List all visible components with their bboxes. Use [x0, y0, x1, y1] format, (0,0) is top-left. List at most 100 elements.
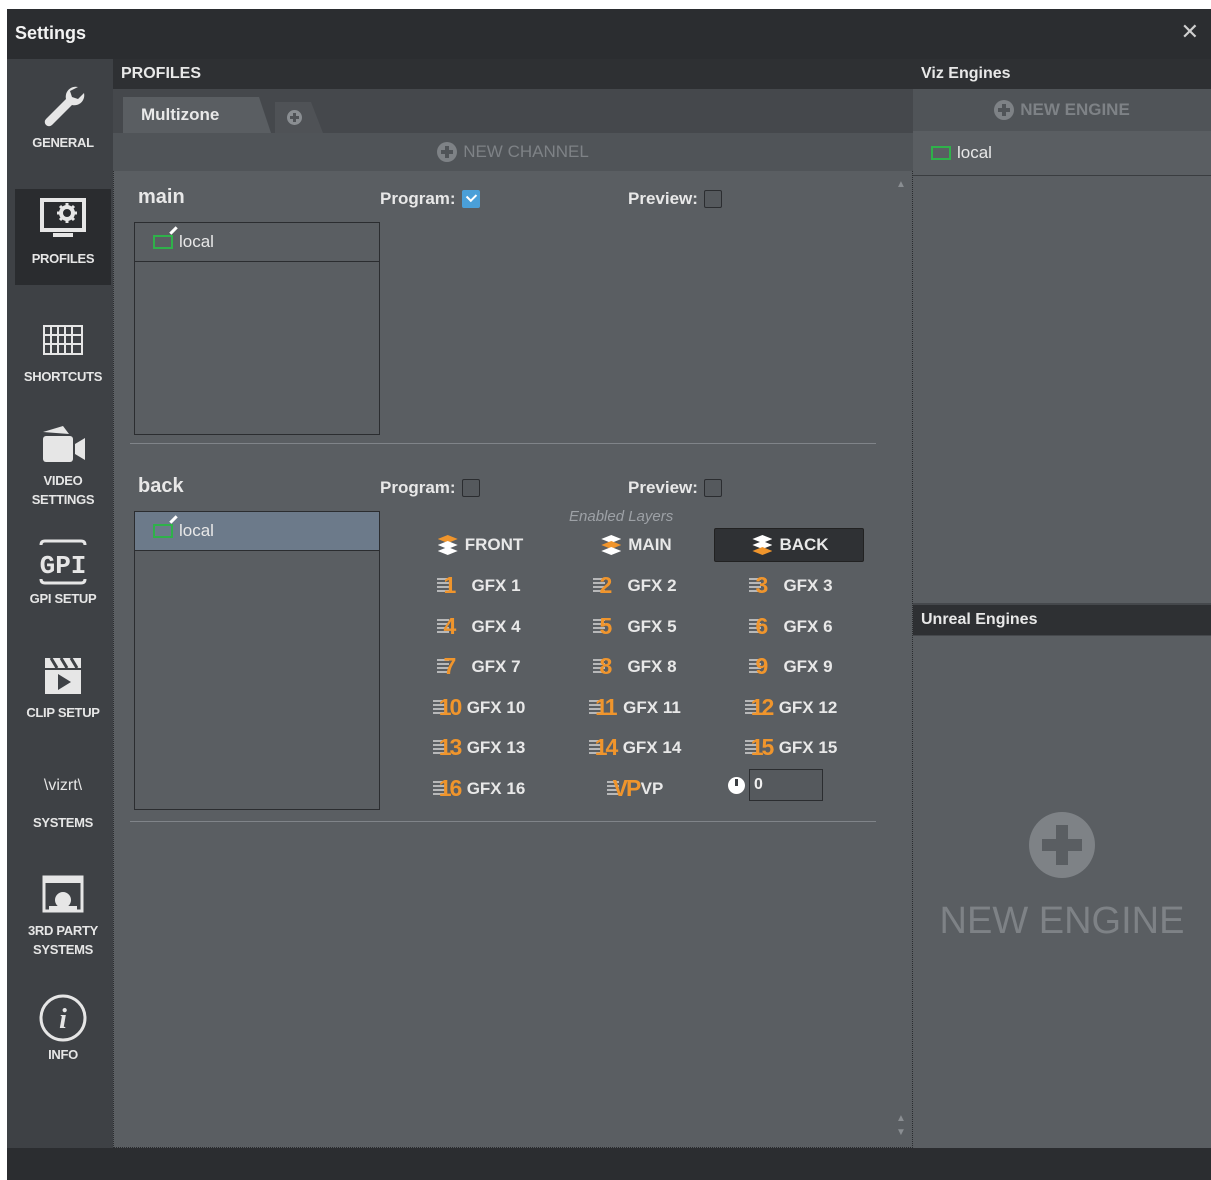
gfx-layer-icon: 2	[593, 573, 621, 598]
sidebar-item-video-settings[interactable]: VIDEO SETTINGS	[15, 417, 111, 517]
gfx-layer-button[interactable]: 1 GFX 1	[404, 570, 554, 602]
gfx-layer-button[interactable]: 10 GFX 10	[404, 692, 554, 724]
plus-circle-icon[interactable]	[1029, 812, 1095, 878]
gfx-layer-button[interactable]: 7 GFX 7	[404, 651, 554, 683]
sidebar-item-systems[interactable]: \vizrt\ SYSTEMS	[15, 759, 111, 843]
gfx-layer-button[interactable]: 3 GFX 3	[716, 570, 866, 602]
program-checkbox-back[interactable]: Program:	[380, 478, 480, 498]
gfx-layer-icon: 16	[432, 776, 462, 801]
gfx-layer-icon: 6	[749, 612, 777, 639]
program-checkbox-main[interactable]: Program:	[380, 189, 480, 209]
gfx-layer-button[interactable]: 9 GFX 9	[716, 651, 866, 683]
gfx-number: 13	[438, 734, 463, 761]
sidebar-item-label: SHORTCUTS	[23, 369, 103, 384]
title-bar: Settings ✕	[7, 9, 1211, 59]
preview-checkbox-main[interactable]: Preview:	[628, 189, 722, 209]
gfx-layer-button[interactable]: 4 GFX 4	[404, 611, 554, 643]
sidebar-item-general[interactable]: GENERAL	[15, 79, 111, 177]
gfx-layer-button[interactable]: 6 GFX 6	[716, 611, 866, 643]
layers-icon	[749, 535, 775, 555]
gfx-layer-button[interactable]: VP VP	[560, 773, 710, 805]
channel-back: back Program: Preview: local Enabled Lay…	[114, 460, 896, 840]
sidebar-item-profiles[interactable]: PROFILES	[15, 189, 111, 285]
layers-icon	[598, 535, 624, 555]
gfx-layer-button[interactable]: 13 GFX 13	[404, 732, 554, 764]
sidebar-item-gpi-setup[interactable]: GPI GPI SETUP	[15, 535, 111, 621]
timer-field	[728, 769, 823, 801]
tab-multizone[interactable]: Multizone	[123, 97, 271, 133]
gfx-layer-icon: 10	[432, 695, 462, 720]
gfx-number: 15	[750, 734, 775, 761]
gfx-layer-button[interactable]: 12 GFX 12	[716, 692, 866, 724]
monitor-gear-icon	[15, 189, 111, 249]
list-item[interactable]: local	[913, 131, 1211, 176]
sidebar-item-shortcuts[interactable]: SHORTCUTS	[15, 313, 111, 393]
checkbox[interactable]	[461, 479, 480, 497]
engine-list[interactable]: local	[134, 222, 380, 435]
gfx-layer-icon: 12	[744, 695, 774, 720]
list-item[interactable]: local	[135, 223, 379, 262]
window-title: Settings	[15, 23, 87, 43]
profiles-panel: PROFILES Multizone NEW CHANNEL ▲ ▲ ▼ mai…	[113, 59, 913, 1148]
new-channel-label: NEW CHANNEL	[463, 142, 589, 161]
engines-panel: Viz Engines NEW ENGINE local Unreal Engi…	[913, 59, 1211, 1148]
sidebar-item-label: INFO	[48, 1047, 78, 1062]
engine-list[interactable]: local	[134, 511, 380, 810]
gfx-layer-button[interactable]: 2 GFX 2	[560, 570, 710, 602]
gfx-label: GFX 5	[627, 616, 677, 636]
sidebar-item-label: GPI SETUP	[29, 591, 97, 606]
list-item[interactable]: local	[135, 512, 379, 551]
checkbox[interactable]	[703, 479, 722, 497]
scroll-down-icon[interactable]: ▼	[896, 1127, 906, 1138]
gfx-layer-button[interactable]: 8 GFX 8	[560, 651, 710, 683]
viz-engines-title: Viz Engines	[921, 65, 1011, 82]
scroll-up-icon[interactable]: ▲	[896, 179, 906, 190]
sidebar-item-info[interactable]: i INFO	[15, 991, 111, 1081]
add-profile-tab[interactable]	[275, 102, 323, 133]
gfx-layer-button[interactable]: 11 GFX 11	[560, 692, 710, 724]
clapperboard-icon	[15, 649, 111, 703]
sidebar-item-label: GENERAL	[32, 135, 94, 150]
sidebar-item-clip-setup[interactable]: CLIP SETUP	[15, 649, 111, 733]
timer-input[interactable]	[749, 769, 823, 801]
gfx-layer-button[interactable]: 14 GFX 14	[560, 732, 710, 764]
preview-checkbox-back[interactable]: Preview:	[628, 478, 722, 498]
gfx-label: GFX 11	[623, 697, 681, 717]
checkbox[interactable]	[703, 190, 722, 208]
close-icon[interactable]: ✕	[1181, 19, 1199, 45]
preview-label: Preview:	[628, 478, 698, 497]
new-unreal-engine-button[interactable]: NEW ENGINE	[913, 900, 1211, 943]
gfx-layer-button[interactable]: 5 GFX 5	[560, 611, 710, 643]
scroll-up-icon[interactable]: ▲	[896, 1113, 906, 1124]
unreal-engines-title: Unreal Engines	[921, 611, 1038, 628]
vertical-scrollbar[interactable]: ▲ ▲ ▼	[896, 179, 908, 1139]
engine-name: local	[179, 232, 214, 251]
vizrt-logo-icon: \vizrt\	[43, 777, 83, 794]
channel-name: main	[138, 186, 185, 208]
unreal-engines-header: Unreal Engines	[913, 605, 1211, 635]
settings-sidebar: GENERAL PROFILES SHORTCUTS VIDEO SETTING…	[7, 59, 113, 1148]
sidebar-item-label: 3RD PARTY SYSTEMS	[27, 923, 98, 957]
divider	[130, 443, 876, 444]
gfx-layer-button[interactable]: 15 GFX 15	[716, 732, 866, 764]
channels-scroll-area[interactable]: ▲ ▲ ▼ main Program: Preview: local back …	[113, 171, 913, 1148]
checkbox[interactable]	[461, 190, 480, 208]
new-viz-engine-button[interactable]: NEW ENGINE	[913, 89, 1211, 131]
gfx-number: 6	[755, 612, 768, 639]
gfx-label: GFX 16	[466, 779, 526, 798]
gfx-layer-button[interactable]: 16 GFX 16	[404, 773, 554, 805]
wrench-icon	[15, 79, 111, 133]
sidebar-item-3rd-party-systems[interactable]: 3RD PARTY SYSTEMS	[15, 867, 111, 971]
viz-engine-list[interactable]: local	[913, 131, 1211, 603]
profile-tabs: Multizone	[113, 89, 913, 133]
program-label: Program:	[380, 478, 456, 497]
layer-front-button[interactable]: FRONT	[404, 528, 554, 562]
new-channel-button[interactable]: NEW CHANNEL	[113, 133, 913, 171]
sidebar-item-label: VIDEO SETTINGS	[31, 473, 95, 507]
gfx-label: GFX 10	[466, 697, 526, 717]
channel-main: main Program: Preview: local	[114, 171, 896, 461]
layer-back-button[interactable]: BACK	[714, 528, 864, 562]
info-icon: i	[15, 991, 111, 1045]
channel-name: back	[138, 475, 184, 497]
layer-main-button[interactable]: MAIN	[560, 528, 710, 562]
